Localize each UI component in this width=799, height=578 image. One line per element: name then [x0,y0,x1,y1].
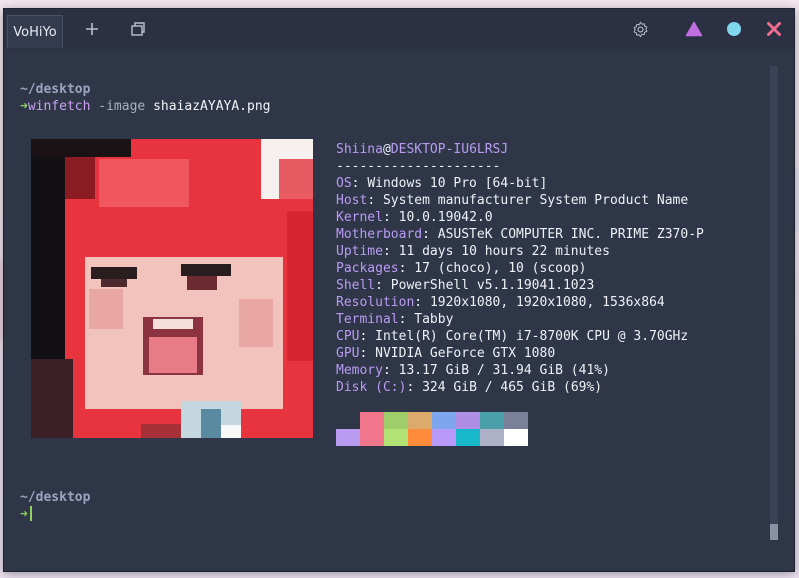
info-value: 11 days 10 hours 22 minutes [398,244,610,259]
info-line: GPU: NVIDIA GeForce GTX 1080 [336,346,556,361]
info-value: 1920x1080, 1920x1080, 1536x864 [429,295,665,310]
info-key: Shell [336,278,376,293]
info-line: Terminal: Tabby [336,312,454,327]
color-swatch [504,429,528,446]
terminal-output[interactable]: ~/desktop ➜winfetch -image shaiazAYAYA.p… [20,81,764,571]
info-value: NVIDIA GeForce GTX 1080 [375,346,556,361]
info-key: Kernel [336,210,383,225]
window-stack-icon [131,22,145,36]
command-flag: -image [98,99,146,114]
color-swatch [504,412,528,429]
color-swatch [384,412,408,429]
info-value: 324 GiB / 465 GiB (69%) [422,380,603,395]
info-line: Uptime: 11 days 10 hours 22 minutes [336,244,610,259]
info-value: 17 (choco), 10 (scoop) [414,261,587,276]
info-value: System manufacturer System Product Name [382,193,689,208]
info-value: Tabby [414,312,454,327]
triangle-icon [685,21,703,37]
prompt-arrow: ➜ [20,507,28,522]
prompt-arrow: ➜ [20,99,28,114]
color-swatch [360,412,384,429]
command-argument: shaiazAYAYA.png [153,99,271,114]
minimize-button[interactable] [683,18,705,40]
anime-girl-pixel-image [31,139,313,438]
info-line: Kernel: 10.0.19042.0 [336,210,493,225]
info-value: 10.0.19042.0 [398,210,493,225]
color-swatch [360,429,384,446]
color-swatch [480,412,504,429]
vertical-scrollbar[interactable] [770,66,778,540]
info-value: Windows 10 Pro [64-bit] [367,176,548,191]
color-swatch [336,412,360,429]
info-line: Packages: 17 (choco), 10 (scoop) [336,261,587,276]
info-line: Motherboard: ASUSTeK COMPUTER INC. PRIME… [336,227,704,242]
color-swatch [456,429,480,446]
info-value: ASUSTeK COMPUTER INC. PRIME Z370-P [437,227,704,242]
info-key: CPU [336,329,360,344]
terminal-window: VoHiYo ~/desktop ➜winfetch -image shaiaz… [3,8,795,572]
command-line: ➜winfetch -image shaiazAYAYA.png [20,98,270,115]
circle-icon [727,22,741,36]
info-line: Resolution: 1920x1080, 1920x1080, 1536x8… [336,295,665,310]
info-key: Uptime [336,244,383,259]
info-value: Intel(R) Core(TM) i7-8700K CPU @ 3.70GHz [375,329,689,344]
scrollbar-thumb[interactable] [770,524,778,540]
command-line-2: ➜ [20,506,32,523]
info-key: Memory [336,363,383,378]
info-key: GPU [336,346,360,361]
maximize-button[interactable] [723,18,745,40]
plus-icon [86,23,98,35]
color-swatch [432,429,456,446]
info-line: Disk (C:): 324 GiB / 465 GiB (69%) [336,380,603,395]
x-icon [767,22,781,36]
info-separator: --------------------- [336,159,501,174]
color-palette-bottom [336,429,528,446]
prompt-directory-2: ~/desktop [20,490,91,505]
info-value: PowerShell v5.1.19041.1023 [390,278,595,293]
info-line: Memory: 13.17 GiB / 31.94 GiB (41%) [336,363,610,378]
color-swatch [408,429,432,446]
text-cursor [29,506,32,521]
prompt-directory: ~/desktop [20,82,91,97]
gear-icon [633,21,647,37]
info-key: Packages [336,261,399,276]
info-header: Shiina@DESKTOP-IU6LRSJ [336,142,509,157]
info-value: 13.17 GiB / 31.94 GiB (41%) [398,363,610,378]
info-key: Disk (C:) [336,380,407,395]
close-button[interactable] [763,18,785,40]
info-key: Terminal [336,312,399,327]
tab-vohiyo[interactable]: VoHiYo [7,15,63,48]
command-name: winfetch [27,99,91,114]
color-palette-top [336,412,528,429]
title-bar: VoHiYo [4,9,794,49]
info-line: Shell: PowerShell v5.1.19041.1023 [336,278,595,293]
color-swatch [336,429,360,446]
info-key: Host [336,193,368,208]
new-tab-button[interactable] [81,18,103,40]
tab-label: VoHiYo [13,24,57,40]
tabs-overview-button[interactable] [127,18,149,40]
color-swatch [480,429,504,446]
info-line: CPU: Intel(R) Core(TM) i7-8700K CPU @ 3.… [336,329,689,344]
color-swatch [408,412,432,429]
info-line: Host: System manufacturer System Product… [336,193,689,208]
color-swatch [456,412,480,429]
info-key: Motherboard [336,227,423,242]
info-key: OS [336,176,352,191]
info-line: OS: Windows 10 Pro [64-bit] [336,176,548,191]
color-swatch [432,412,456,429]
settings-button[interactable] [629,18,651,40]
info-key: Resolution [336,295,415,310]
color-swatch [384,429,408,446]
